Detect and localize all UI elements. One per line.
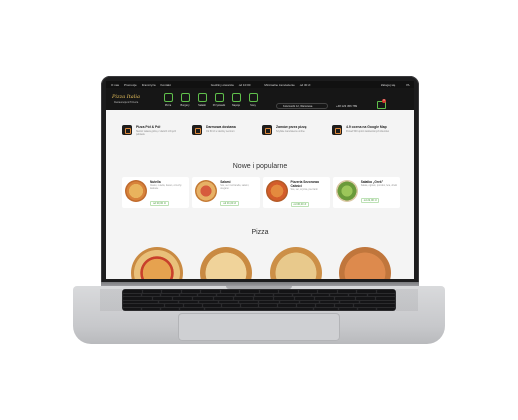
- delivery-icon: [192, 125, 202, 135]
- order-icon: [262, 125, 272, 135]
- top-bar: O nas Promocje Franczyza Kontakt Godziny…: [106, 81, 414, 88]
- product-image: [125, 180, 147, 202]
- burger-icon: [180, 93, 190, 102]
- price-button[interactable]: od 36,00 zł: [290, 202, 310, 207]
- map-pin-icon: [332, 125, 342, 135]
- product-card[interactable]: Sałatka „Grek” Sałata, ogórek, pomidor, f…: [332, 177, 400, 208]
- features-row: Pizza Pół & Pół Stwórz własną pizzę z dwó…: [122, 125, 402, 136]
- address-pill[interactable]: Kościuszki 12, Warszawa: [276, 103, 328, 109]
- topbar-link[interactable]: Kontakt: [161, 83, 171, 87]
- product-grid: Nutella Ciasto, nutella, banan, orzechy l…: [122, 177, 400, 208]
- website-screen: O nas Promocje Franczyza Kontakt Godziny…: [106, 81, 414, 279]
- language-switch[interactable]: PL: [406, 83, 410, 87]
- topbar-link[interactable]: O nas: [111, 83, 119, 87]
- speaker-grille-left: [100, 289, 122, 311]
- main-navigation: Pizza Italia Restauracja & Pizzeria Pizz…: [106, 88, 414, 110]
- topbar-link[interactable]: Promocje: [124, 83, 137, 87]
- product-card[interactable]: Pizzeria Sezonowa Całości Sos, ser, szynk…: [262, 177, 330, 208]
- category-przystawki[interactable]: Przystawki: [212, 90, 226, 107]
- feature-item: 4.9 ocena na Google Map Ponad 500 opinii …: [332, 125, 402, 136]
- product-card[interactable]: Salami Sos, ser mozzarella, salami, orega…: [192, 177, 260, 208]
- logo-subtitle: Restauracja & Pizzeria: [114, 101, 139, 104]
- pizza-grid: [122, 247, 400, 279]
- price-button[interactable]: od 22,00 zł: [360, 198, 380, 203]
- product-image: [265, 180, 288, 202]
- price-button[interactable]: od 31,00 zł: [220, 201, 239, 206]
- logo[interactable]: Pizza Italia: [112, 94, 140, 100]
- cart-count-badge: 0: [382, 99, 386, 103]
- speaker-grille-right: [396, 289, 418, 311]
- category-pizza[interactable]: Pizza: [161, 90, 175, 107]
- sauce-icon: [248, 93, 258, 102]
- feature-item: Zamów przez pizzę Szybkie zamówienie onli…: [262, 125, 332, 136]
- pizza-half-icon: [122, 125, 132, 135]
- min-order-value: od 30 zł: [299, 82, 311, 87]
- pizza-image[interactable]: [130, 247, 183, 279]
- category-menu: Pizza Burgery Sałatki Przystawki Napoje …: [161, 90, 260, 107]
- hours-label: Godziny otwarcia: [210, 82, 234, 87]
- price-button[interactable]: od 30,00 zł: [150, 201, 169, 206]
- section-title-pizza: Pizza: [251, 229, 269, 236]
- product-image: [335, 180, 358, 202]
- category-salatki[interactable]: Sałatki: [195, 90, 209, 107]
- product-image: [195, 180, 218, 202]
- drink-icon: [231, 93, 241, 102]
- section-title-new-popular: Nowe i popularne: [232, 163, 288, 170]
- login-link[interactable]: Zaloguj się: [381, 83, 396, 87]
- topbar-link[interactable]: Franczyza: [142, 83, 156, 87]
- product-card[interactable]: Nutella Ciasto, nutella, banan, orzechy l…: [122, 177, 190, 208]
- starter-icon: [214, 93, 224, 102]
- feature-item: Darmowa dostawa Od 60 zł w okolicy centru…: [192, 125, 262, 136]
- pizza-image[interactable]: [339, 247, 392, 279]
- keyboard: [122, 289, 396, 311]
- trackpad: [178, 313, 340, 341]
- pizza-image[interactable]: [200, 247, 253, 279]
- feature-item: Pizza Pół & Pół Stwórz własną pizzę z dwó…: [122, 125, 192, 136]
- category-sosy[interactable]: Sosy: [246, 90, 260, 107]
- pizza-icon: [163, 93, 173, 102]
- category-napoje[interactable]: Napoje: [229, 90, 243, 107]
- pizza-image[interactable]: [269, 247, 322, 279]
- category-burgery[interactable]: Burgery: [178, 90, 192, 107]
- phone-number[interactable]: +48 123 456 789: [336, 104, 357, 108]
- salad-icon: [197, 93, 207, 102]
- min-order-label: Minimalne zamówienie: [264, 82, 295, 87]
- laptop-mockup: O nas Promocje Franczyza Kontakt Godziny…: [0, 0, 518, 420]
- hours-value: od 10:00: [238, 82, 251, 87]
